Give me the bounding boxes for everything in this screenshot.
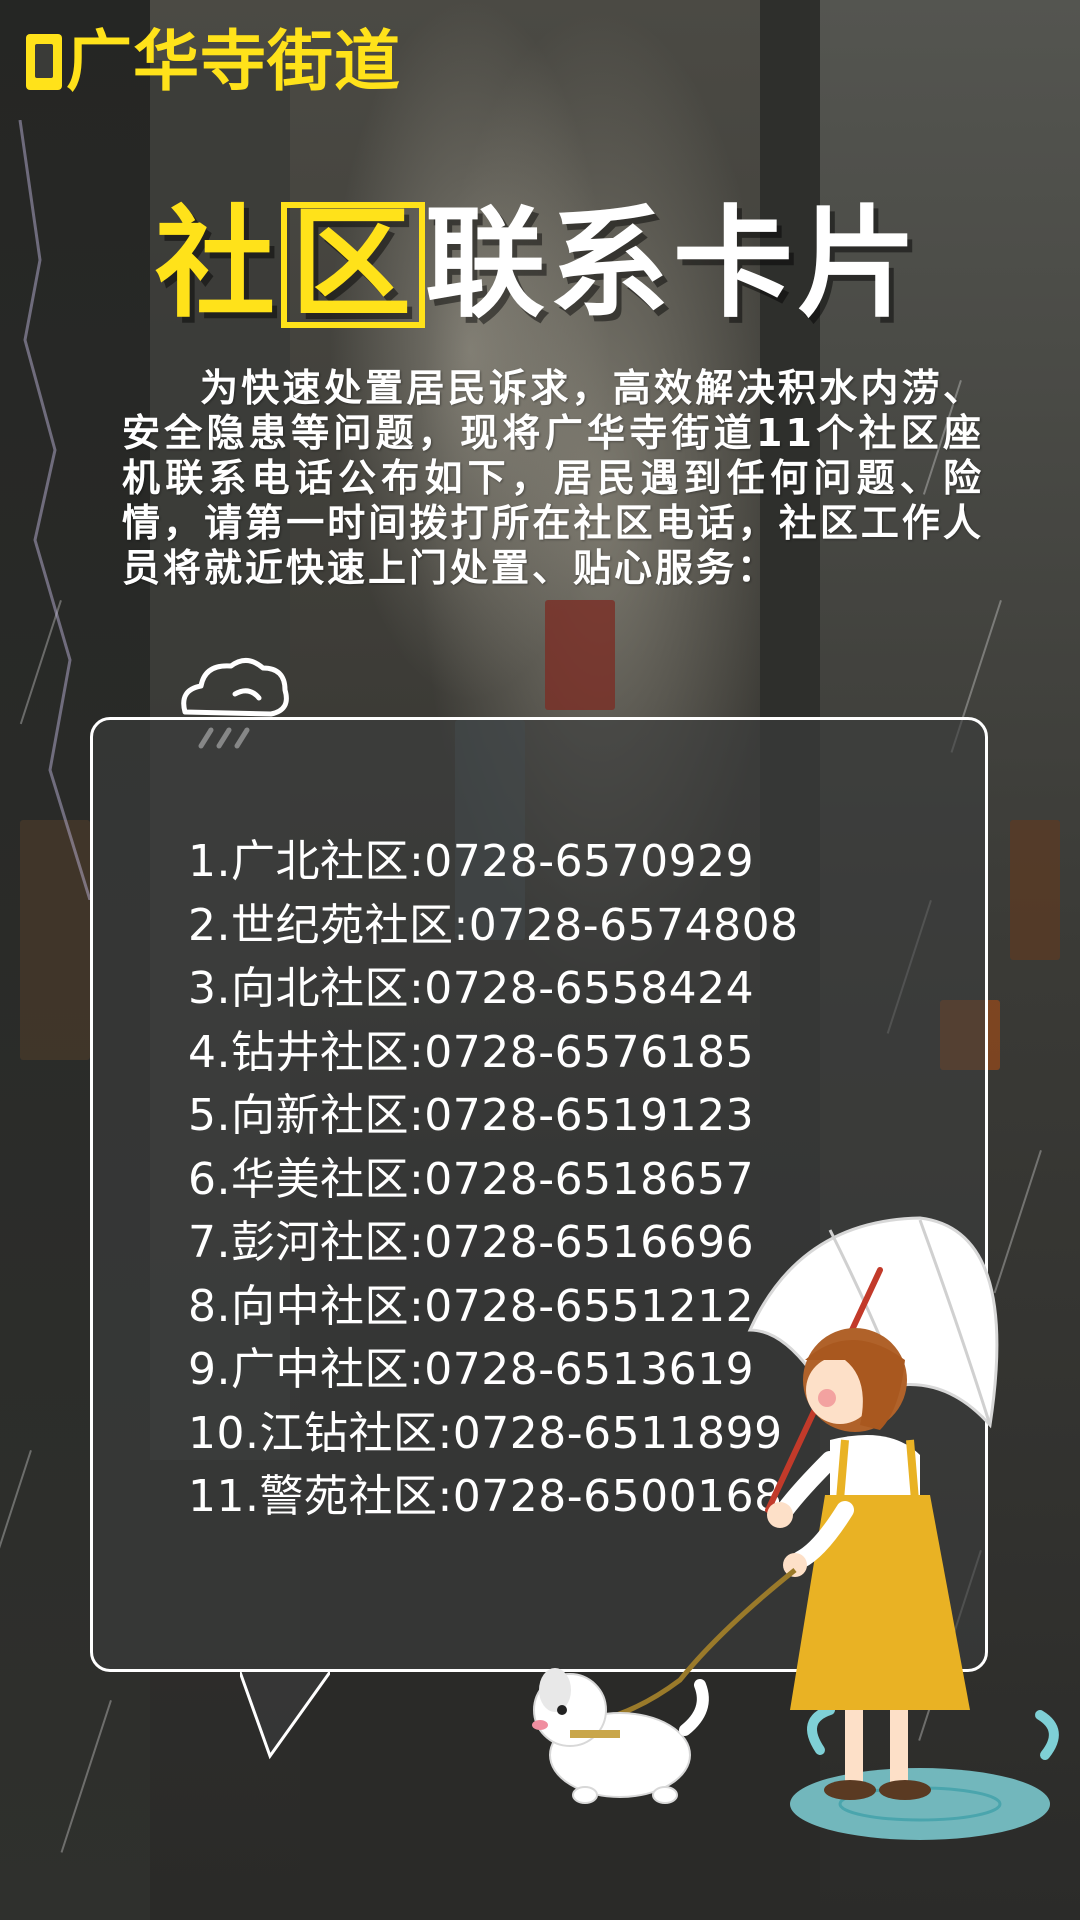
speech-bubble-tail <box>240 1671 330 1760</box>
contact-item: 2.世纪苑社区:0728-6574808 <box>188 899 799 951</box>
title-yellow-part: 社区 <box>155 202 425 328</box>
title-white-part: 联系卡片 <box>425 195 921 334</box>
contact-item: 6.华美社区:0728-6518657 <box>188 1153 755 1205</box>
girl-with-umbrella-and-dog-illustration <box>532 1216 1059 1840</box>
contact-item: 5.向新社区:0728-6519123 <box>188 1090 755 1141</box>
intro-paragraph: 为快速处置居民诉求，高效解决积水内涝、安全隐患等问题，现将广华寺街道11个社区座… <box>122 366 984 590</box>
contact-item: 3.向北社区:0728-6558424 <box>188 963 755 1014</box>
title-char-1: 社 <box>155 195 279 334</box>
brand-header: 广华寺街道 <box>26 24 401 100</box>
contact-item: 4.钻井社区:0728-6576185 <box>188 1026 755 1078</box>
page-title: 社区 联系卡片 <box>155 195 921 335</box>
contact-item: 1.广北社区:0728-6570929 <box>188 836 755 887</box>
title-char-2-boxed: 区 <box>281 202 425 328</box>
puddle-icon <box>790 1768 1050 1840</box>
brand-name: 广华寺街道 <box>66 23 401 100</box>
brand-logo-mark <box>26 34 62 90</box>
dress-icon <box>790 1495 970 1710</box>
dog-icon <box>532 1668 709 1804</box>
